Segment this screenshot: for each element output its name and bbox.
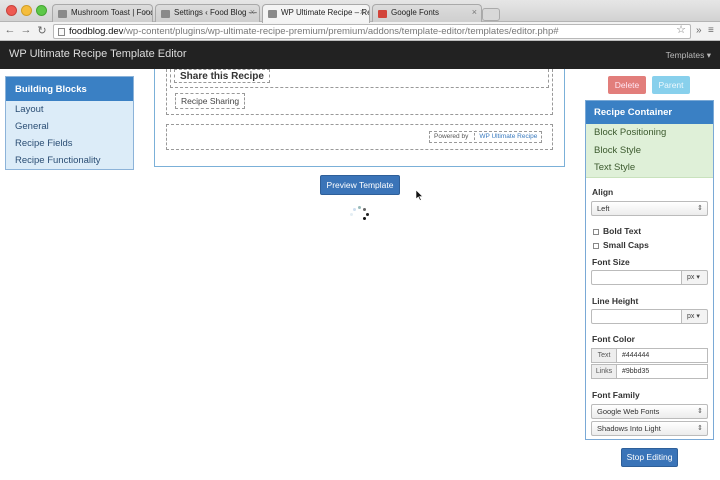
page-favicon-icon: [161, 10, 170, 18]
font-family-value: Shadows Into Light: [597, 423, 661, 433]
browser-menu-icon[interactable]: ≡: [708, 25, 714, 36]
building-blocks-heading: Building Blocks: [6, 77, 133, 101]
page-favicon-icon: [268, 10, 277, 18]
powered-by-link[interactable]: WP Ultimate Recipe: [474, 133, 538, 140]
recipe-sharing-block[interactable]: Recipe Sharing: [175, 93, 246, 109]
section-text-style[interactable]: Text Style: [586, 159, 713, 177]
delete-button[interactable]: Delete: [608, 76, 646, 94]
browser-toolbar: ← → ↻ foodblog.dev/wp-content/plugins/wp…: [0, 22, 720, 41]
mouse-cursor-icon: [416, 190, 424, 201]
font-source-value: Google Web Fonts: [597, 406, 660, 416]
url-path: /wp-content/plugins/wp-ultimate-recipe-p…: [123, 26, 559, 37]
parent-button[interactable]: Parent: [652, 76, 690, 94]
text-color-addon: Text: [591, 347, 617, 363]
extensions-overflow-icon[interactable]: »: [696, 25, 702, 36]
reload-icon[interactable]: ↻: [36, 24, 48, 37]
share-recipe-title[interactable]: Share this Recipe: [174, 69, 270, 83]
window-minimize-button[interactable]: [21, 5, 32, 16]
align-select[interactable]: Left ⇕: [591, 200, 708, 216]
small-caps-checkbox[interactable]: [593, 242, 599, 249]
window-close-button[interactable]: [6, 5, 17, 16]
recipe-container-properties-panel: Recipe Container Block Positioning Block…: [585, 100, 714, 440]
font-family-label: Font Family: [592, 389, 640, 400]
sidebar-item-recipe-fields[interactable]: Recipe Fields: [6, 135, 133, 152]
bookmark-star-icon[interactable]: ☆: [676, 24, 686, 37]
browser-tab-settings[interactable]: Settings ‹ Food Blog — Wo ×: [155, 4, 260, 22]
font-size-label: Font Size: [592, 256, 630, 267]
recipe-container-heading: Recipe Container: [586, 101, 713, 124]
font-size-input[interactable]: [591, 269, 682, 285]
select-arrows-icon: ⇕: [697, 204, 703, 212]
tab-close-icon[interactable]: ×: [250, 7, 255, 17]
forward-arrow-icon[interactable]: →: [20, 24, 32, 36]
tab-close-icon[interactable]: ×: [143, 7, 148, 17]
font-family-select[interactable]: Shadows Into Light ⇕: [591, 420, 708, 436]
links-color-input[interactable]: #9bbd35: [616, 363, 708, 379]
align-label: Align: [592, 186, 614, 197]
google-fonts-favicon-icon: [378, 10, 387, 18]
preview-template-button[interactable]: Preview Template: [320, 175, 400, 195]
font-size-unit-select[interactable]: px ▾: [682, 269, 708, 285]
font-source-select[interactable]: Google Web Fonts ⇕: [591, 403, 708, 419]
small-caps-label: Small Caps: [603, 239, 649, 250]
sidebar-item-recipe-functionality[interactable]: Recipe Functionality: [6, 152, 133, 169]
window-zoom-button[interactable]: [36, 5, 47, 16]
links-color-addon: Links: [591, 363, 617, 379]
browser-tab-mushroom-toast[interactable]: Mushroom Toast | Food Bl ×: [52, 4, 153, 22]
address-bar[interactable]: foodblog.dev/wp-content/plugins/wp-ultim…: [53, 24, 691, 39]
tab-close-icon[interactable]: ×: [472, 7, 477, 17]
browser-tab-template-editor[interactable]: WP Ultimate Recipe – Reci ×: [262, 4, 370, 23]
tab-label: Google Fonts: [391, 8, 440, 17]
font-size-unit: px: [687, 273, 695, 281]
browser-tab-bar: Mushroom Toast | Food Bl × Settings ‹ Fo…: [0, 0, 720, 23]
back-arrow-icon[interactable]: ←: [4, 24, 16, 36]
tab-label: Mushroom Toast | Food Bl: [71, 8, 153, 17]
font-color-label: Font Color: [592, 333, 635, 344]
new-tab-button[interactable]: [482, 8, 500, 21]
bold-text-label: Bold Text: [603, 225, 642, 236]
sidebar-item-layout[interactable]: Layout: [6, 101, 133, 118]
browser-tab-google-fonts[interactable]: Google Fonts ×: [372, 4, 482, 22]
align-value: Left: [597, 203, 610, 213]
select-arrows-icon: ⇕: [697, 424, 703, 432]
line-height-input[interactable]: [591, 308, 682, 324]
section-block-positioning[interactable]: Block Positioning: [586, 124, 713, 142]
templates-menu[interactable]: Templates ▾: [666, 50, 711, 61]
sidebar-item-general[interactable]: General: [6, 118, 133, 135]
tab-close-icon[interactable]: ×: [360, 7, 365, 17]
url-host: foodblog.dev: [69, 26, 124, 37]
select-arrows-icon: ⇕: [697, 407, 703, 415]
page-icon: [58, 28, 65, 36]
building-blocks-panel: Building Blocks Layout General Recipe Fi…: [5, 76, 134, 170]
powered-by-label: Powered by: [434, 133, 469, 140]
tab-label: Settings ‹ Food Blog — Wo: [174, 8, 259, 17]
editor-title: WP Ultimate Recipe Template Editor: [9, 48, 187, 60]
loading-spinner-icon: [348, 205, 374, 223]
text-color-input[interactable]: #444444: [616, 347, 708, 363]
stop-editing-button[interactable]: Stop Editing: [621, 448, 678, 467]
tab-label: WP Ultimate Recipe – Reci: [281, 8, 370, 17]
line-height-label: Line Height: [592, 295, 639, 306]
line-height-unit: px: [687, 312, 695, 320]
section-block-style[interactable]: Block Style: [586, 142, 713, 160]
property-sections: Block Positioning Block Style Text Style: [586, 124, 713, 178]
page-favicon-icon: [58, 10, 67, 18]
bold-text-checkbox[interactable]: [593, 228, 599, 235]
powered-by-block[interactable]: Powered by WP Ultimate Recipe: [429, 131, 543, 143]
line-height-unit-select[interactable]: px ▾: [682, 308, 708, 324]
editor-header-bar: WP Ultimate Recipe Template Editor Templ…: [0, 41, 720, 69]
